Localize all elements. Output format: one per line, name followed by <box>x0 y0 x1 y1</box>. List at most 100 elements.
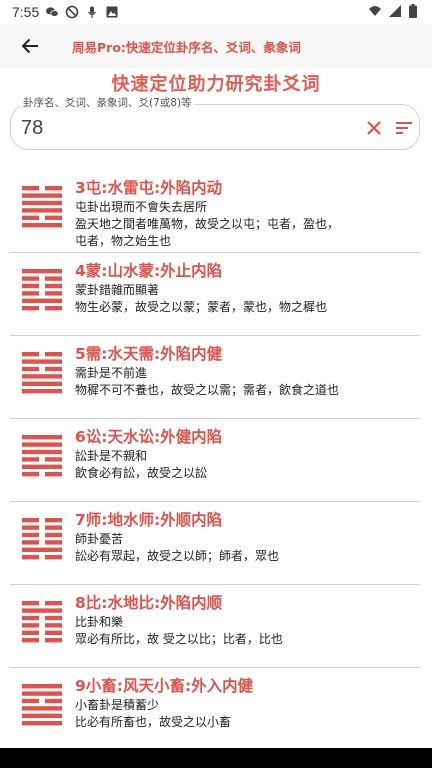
hexagram-list-item[interactable]: 4蒙:山水蒙:外止内陷 蒙卦錯雜而顯著 物生必蒙，故受之以蒙；蒙者，蒙也，物之穉也 <box>10 253 420 336</box>
hexagram-text-line: 訟必有眾起，故受之以師；師者，眾也 <box>75 549 280 563</box>
yin-line <box>22 518 39 523</box>
yin-line <box>45 366 62 372</box>
yin-line <box>22 283 39 289</box>
hexagram-icon <box>22 684 62 726</box>
yang-line <box>22 381 62 386</box>
hexagram-text-line: 屯者，物之始生也 <box>75 234 172 248</box>
hexagram-name: 9小畜:风天小畜:外入内健 <box>75 677 254 695</box>
yang-line <box>22 706 62 711</box>
yin-line <box>45 555 62 560</box>
yang-line <box>22 223 62 228</box>
hexagram-icon <box>22 269 62 311</box>
yin-line <box>45 601 62 606</box>
yang-line <box>22 442 62 447</box>
yang-line <box>22 608 62 613</box>
hexagram-list-item[interactable]: 8比:水地比:外陷内顺 比卦和樂 眾必有所比，故 受之以比；比者，比也 <box>10 585 420 668</box>
hexagram-list: 3屯:水雷屯:外陷内动 屯卦出現而不會失去居所 盈天地之間者唯萬物，故受之以屯；屯者… <box>10 170 420 740</box>
hexagram-icon <box>22 352 62 394</box>
yin-line <box>22 276 39 281</box>
hexagram-list-item[interactable]: 6讼:天水讼:外健内陷訟卦是不親和飲食必有訟，故受之以訟 <box>10 419 420 502</box>
hexagram-list-item[interactable]: 5需:水天需:外陷内健需卦是不前進物穉不可不養也，故受之以需；需者，飲食之道也 <box>10 336 420 419</box>
yang-line <box>22 691 62 696</box>
yin-line <box>45 615 62 621</box>
hexagram-text-line: 物穉不可不養也，故受之以需；需者，飲食之道也 <box>75 383 340 397</box>
app-title: 周易Pro:快速定位卦序名、爻词、彖象词 <box>72 39 301 55</box>
yin-line <box>45 457 62 462</box>
yin-line <box>45 276 62 281</box>
search-field[interactable]: 卦序名、爻词、彖象词、爻(7或8)等 <box>10 95 420 150</box>
yang-line <box>22 435 62 440</box>
yin-line <box>22 366 39 372</box>
hexagram-text-line: 屯卦出現而不會失去居所 <box>75 200 208 214</box>
yin-line <box>22 540 39 545</box>
yin-line <box>45 638 62 643</box>
hexagram-text-line: 師卦憂苦 <box>75 532 124 546</box>
page-heading: 快速定位助力研究卦爻词 <box>111 74 321 95</box>
yang-line <box>22 464 62 469</box>
clear-icon[interactable] <box>363 117 385 139</box>
hexagram-name: 7师:地水师:外顺内陷 <box>75 511 223 529</box>
yin-line <box>45 306 62 311</box>
signal-icon <box>389 5 401 17</box>
arrow-left-icon <box>21 38 38 54</box>
yin-line <box>45 518 62 523</box>
yang-line <box>22 721 62 726</box>
yang-line <box>22 547 62 552</box>
hexagram-icon <box>22 518 62 560</box>
yang-line <box>22 200 62 206</box>
status-bar: 7:55 <box>0 0 432 24</box>
hexagram-text-line: 小畜卦是積蓄少 <box>75 698 160 712</box>
yang-line <box>22 269 62 274</box>
yin-line <box>22 472 39 477</box>
hexagram-list-item[interactable]: 7师:地水师:外顺内陷師卦憂苦訟必有眾起，故受之以師；師者，眾也 <box>10 502 420 585</box>
hexagram-list-item[interactable]: 3屯:水雷屯:外陷内动 屯卦出現而不會失去居所 盈天地之間者唯萬物，故受之以屯；屯者… <box>10 170 420 253</box>
yang-line <box>22 298 62 303</box>
sort-icon[interactable] <box>393 117 415 139</box>
yin-line <box>22 291 39 296</box>
yin-line <box>45 291 62 296</box>
back-button[interactable] <box>8 24 52 68</box>
app-bar: 周易Pro:快速定位卦序名、爻词、彖象词 <box>0 24 432 68</box>
yin-line <box>22 532 39 538</box>
yin-line <box>45 630 62 635</box>
hexagram-text-line: 比必有所畜也，故受之以小畜 <box>75 715 232 729</box>
hexagram-list-item[interactable]: 9小畜:风天小畜:外入内健小畜卦是積蓄少比必有所畜也，故受之以小畜 <box>10 668 420 740</box>
yang-line <box>22 208 62 213</box>
yin-line <box>22 601 39 606</box>
wifi-icon <box>369 6 381 16</box>
wechat-icon <box>46 7 59 17</box>
yin-line <box>45 283 62 289</box>
navigation-bar <box>0 748 432 768</box>
yin-line <box>45 532 62 538</box>
yin-line <box>22 623 39 628</box>
hexagram-name: 5需:水天需:外陷内健 <box>75 345 223 363</box>
status-time: 7:55 <box>12 4 40 20</box>
yin-line <box>45 540 62 545</box>
hexagram-text-line: 飲食必有訟，故受之以訟 <box>75 466 208 480</box>
yin-line <box>45 525 62 530</box>
yin-line <box>22 186 39 191</box>
hexagram-text-line: 需卦是不前進 <box>75 366 148 380</box>
search-input[interactable] <box>21 113 341 143</box>
hexagram-text-line: 眾必有所比，故 受之以比；比者，比也 <box>75 632 283 646</box>
yin-line <box>45 186 62 191</box>
yang-line <box>22 359 62 364</box>
image-icon <box>106 6 118 18</box>
hexagram-name: 6讼:天水讼:外健内陷 <box>75 428 223 446</box>
search-field-label: 卦序名、爻词、彖象词、爻(7或8)等 <box>21 95 194 110</box>
yin-line <box>45 472 62 477</box>
yang-line <box>22 684 62 689</box>
yang-line <box>22 374 62 379</box>
hexagram-icon <box>22 435 62 477</box>
hexagram-text-line: 訟卦是不親和 <box>75 449 148 463</box>
hexagram-text-line: 蒙卦錯雜而顯著 <box>75 283 160 297</box>
yin-line <box>22 215 39 220</box>
hexagram-icon <box>22 601 62 643</box>
yin-line <box>22 698 39 704</box>
yin-line <box>22 525 39 530</box>
yin-line <box>22 638 39 643</box>
yin-line <box>22 630 39 635</box>
hexagram-text-line: 物生必蒙，故受之以蒙；蒙者，蒙也，物之穉也 <box>75 300 328 314</box>
yin-line <box>45 623 62 628</box>
yang-line <box>22 449 62 455</box>
